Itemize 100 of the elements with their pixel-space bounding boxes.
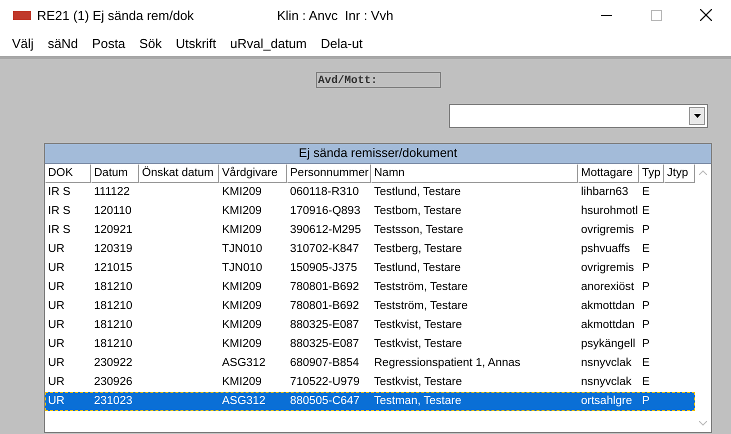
table-cell-text: 181210 [93, 299, 134, 314]
table-cell-text: KMI209 [221, 337, 263, 352]
table-cell-text: P [641, 337, 651, 352]
table-row[interactable]: UR 181210 KMI209 880325-E087 Testkvist, Testare psykängell P [45, 335, 695, 354]
table-cell-text: Testberg, Testare [373, 242, 464, 257]
table-cell-text: 111122 [93, 185, 131, 200]
table-cell-text: UR [47, 299, 66, 314]
table-cell-text: UR [47, 375, 66, 390]
table-cell-text: 880505-C647 [289, 394, 361, 409]
dropdown-field[interactable] [449, 104, 708, 128]
table-cell-text: akmottdan [580, 299, 636, 314]
menu-item[interactable]: säNd [48, 36, 78, 50]
table-row[interactable]: IR S 111122 KMI209 060118-R310 Testlund, Testare lihbarn63 E [45, 183, 695, 202]
table-cell-text: ortsahlgre [580, 394, 634, 409]
table-cell-text: IR S [47, 204, 72, 219]
table-cell-text: E [641, 356, 651, 371]
table-cell-text: Testbom, Testare [373, 204, 462, 219]
table-cell-text: UR [47, 280, 66, 295]
table-row[interactable]: UR 121015 TJN010 150905-J375 Testlund, Testare ovrigremis P [45, 259, 695, 278]
table-cell-text: 230922 [93, 356, 134, 371]
table-cell-text: KMI209 [221, 299, 263, 314]
table-cell-text: nsnyvclak [580, 375, 632, 390]
table-cell-text: Testkvist, Testare [373, 318, 463, 333]
table-cell-text: pshvuaffs [580, 242, 632, 257]
table-cell-text: UR [47, 356, 66, 371]
table-cell-text: nsnyvclak [580, 356, 632, 371]
table-row[interactable]: UR 181210 KMI209 780801-B692 Testström, Testare akmottdan P [45, 297, 695, 316]
table-row[interactable]: UR 120319 TJN010 310702-K847 Testberg, Testare pshvuaffs E [45, 240, 695, 259]
table-cell-text: ASG312 [221, 394, 266, 409]
table-cell-text: 231023 [93, 394, 134, 409]
table-row[interactable]: UR 230922 ASG312 680907-B854 Regressionspatient 1, Annas nsnyvclak E [45, 354, 695, 373]
table-cell-text: 310702-K847 [289, 242, 360, 257]
table-cell-text: UR [47, 261, 66, 276]
table-row[interactable]: IR S 120110 KMI209 170916-Q893 Testbom, Testare hsurohmotl E [45, 202, 695, 221]
table-cell-text: KMI209 [221, 375, 263, 390]
context-info: Klin : Anvc Inr : Vvh [277, 8, 394, 22]
table-cell-text: Regressionspatient 1, Annas [373, 356, 522, 371]
table-row[interactable]: UR 231023 ASG312 880505-C647 Testman, Testare ortsahlgre P [45, 392, 695, 411]
menu-item[interactable]: Dela-ut [320, 36, 363, 50]
menu-item[interactable]: Posta [92, 36, 126, 50]
table-cell-text: P [641, 223, 651, 238]
table-cell-text: IR S [47, 185, 72, 200]
table-cell-text: 120110 [93, 204, 133, 219]
column-header[interactable]: Önskat datum [139, 164, 219, 183]
table-cell-text: psykängell [580, 337, 636, 352]
table-cell-text: 120319 [93, 242, 134, 257]
menu-item[interactable]: Sök [139, 36, 162, 50]
table-cell-text: 150905-J375 [289, 261, 358, 276]
table-cell-text: 390612-M295 [289, 223, 362, 238]
table-cell-text: TJN010 [221, 242, 264, 257]
table-cell-text: E [641, 204, 651, 219]
table-cell-text: UR [47, 242, 66, 257]
table-cell-text: 780801-B692 [289, 299, 360, 314]
table-row[interactable]: IR S 120921 KMI209 390612-M295 Testsson, Testare ovrigremis P [45, 221, 695, 240]
menu-item[interactable]: Välj [12, 36, 34, 50]
table-cell-text: 710522-U979 [289, 375, 361, 390]
table-row[interactable]: UR 181210 KMI209 780801-B692 Testström, Testare anorexiöst P [45, 278, 695, 297]
close-icon [700, 9, 712, 21]
column-header[interactable]: Mottagare [578, 164, 639, 183]
column-header[interactable]: Namn [371, 164, 578, 183]
column-header[interactable]: Vårdgivare [219, 164, 287, 183]
table-row[interactable]: UR 230926 KMI209 710522-U979 Testkvist, Testare nsnyvclak E [45, 373, 695, 392]
table-cell-text: 181210 [93, 318, 134, 333]
table-row[interactable]: UR 181210 KMI209 880325-E087 Testkvist, Testare akmottdan P [45, 316, 695, 335]
avd-mott-label: Avd/Mott: [316, 72, 441, 88]
table-cell-text: 060118-R310 [289, 185, 360, 200]
column-header[interactable]: Datum [91, 164, 139, 183]
table-cell-text: KMI209 [221, 185, 263, 200]
table-cell-text: 121015 [93, 261, 134, 276]
table-cell-text: 880325-E087 [289, 337, 360, 352]
column-header[interactable]: Jtyp [664, 164, 695, 183]
minimize-icon [600, 14, 612, 16]
table-cell-text: ovrigremis [580, 223, 636, 238]
column-header[interactable]: Personnummer [287, 164, 371, 183]
table-cell-text: Testström, Testare [373, 299, 469, 314]
maximize-icon [650, 10, 662, 20]
app-logo-icon [13, 10, 31, 20]
table-cell-text: Testlund, Testare [373, 185, 462, 200]
scroll-up-icon[interactable] [699, 170, 707, 175]
table-cell-text: KMI209 [221, 204, 263, 219]
table-cell-text: KMI209 [221, 280, 263, 295]
table-cell-text: anorexiöst [580, 280, 636, 295]
table-cell-text: Testman, Testare [373, 394, 462, 409]
table-cell-text: 181210 [93, 280, 134, 295]
table-cell-text: ovrigremis [580, 261, 636, 276]
table-cell-text: UR [47, 337, 66, 352]
table-cell-text: Testström, Testare [373, 280, 469, 295]
menu-item[interactable]: uRval_datum [230, 36, 307, 50]
table-cell-text: E [641, 185, 651, 200]
table-cell-text: P [641, 299, 651, 314]
column-header[interactable]: Typ [639, 164, 664, 183]
table-cell-text: TJN010 [221, 261, 264, 276]
table-cell-text: lihbarn63 [580, 185, 630, 200]
table-cell-text: UR [47, 318, 66, 333]
column-header[interactable]: DOK [45, 164, 91, 183]
table-cell-text: KMI209 [221, 223, 263, 238]
scroll-down-icon[interactable] [699, 421, 707, 426]
table-cell-text: 230926 [93, 375, 134, 390]
menu-item[interactable]: Utskrift [176, 36, 216, 50]
table-cell-text: P [641, 280, 651, 295]
